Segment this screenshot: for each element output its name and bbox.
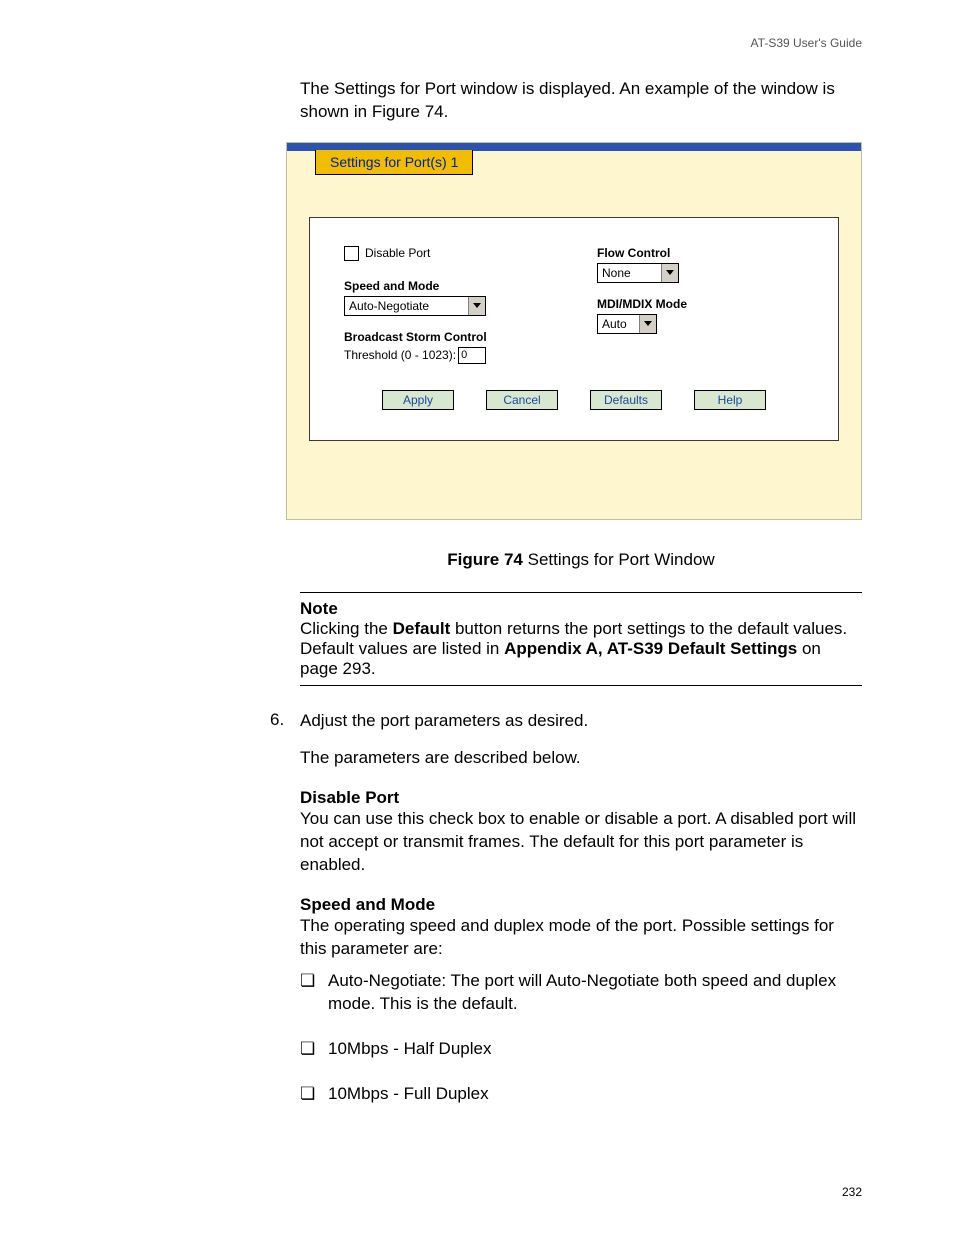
window-outer: Settings for Port(s) 1 Disable Port Spee… xyxy=(287,143,861,519)
header-guide: AT-S39 User's Guide xyxy=(92,36,862,50)
disable-port-checkbox[interactable] xyxy=(344,246,359,261)
threshold-label: Threshold (0 - 1023): xyxy=(344,348,456,362)
right-column: Flow Control None MDI/MDIX Mode Auto xyxy=(597,246,804,364)
figure-caption: Figure 74 Settings for Port Window xyxy=(300,550,862,570)
disable-port-body: You can use this check box to enable or … xyxy=(300,808,862,877)
note-body: Clicking the Default button returns the … xyxy=(300,619,862,679)
step-line-1: Adjust the port parameters as desired. xyxy=(300,710,862,733)
step-number: 6. xyxy=(270,710,284,730)
button-row: Apply Cancel Defaults Help xyxy=(344,390,804,410)
flow-control-value: None xyxy=(598,266,661,280)
apply-button[interactable]: Apply xyxy=(382,390,454,410)
chevron-down-icon xyxy=(661,264,678,282)
disable-port-section: Disable Port You can use this check box … xyxy=(300,788,862,877)
flow-control-label: Flow Control xyxy=(597,246,804,260)
help-button[interactable]: Help xyxy=(694,390,766,410)
left-column: Disable Port Speed and Mode Auto-Negotia… xyxy=(344,246,597,364)
note-appendix-bold: Appendix A, AT-S39 Default Settings xyxy=(504,639,797,658)
intro-paragraph: The Settings for Port window is displaye… xyxy=(300,78,862,124)
figure-74: Settings for Port(s) 1 Disable Port Spee… xyxy=(286,142,862,520)
step-line-2: The parameters are described below. xyxy=(300,747,862,770)
figure-caption-rest: Settings for Port Window xyxy=(523,550,715,569)
speed-mode-head: Speed and Mode xyxy=(300,895,862,915)
disable-port-label: Disable Port xyxy=(365,246,430,260)
threshold-row: Threshold (0 - 1023): 0 xyxy=(344,347,597,364)
speed-mode-bullets: Auto-Negotiate: The port will Auto-Negot… xyxy=(300,970,862,1106)
defaults-button[interactable]: Defaults xyxy=(590,390,662,410)
speed-mode-select[interactable]: Auto-Negotiate xyxy=(344,296,486,316)
speed-mode-section: Speed and Mode The operating speed and d… xyxy=(300,895,862,1107)
window-tab-row: Settings for Port(s) 1 xyxy=(287,151,861,175)
speed-mode-label: Speed and Mode xyxy=(344,279,597,293)
bsc-label: Broadcast Storm Control xyxy=(344,330,597,344)
disable-port-row: Disable Port xyxy=(344,246,597,261)
speed-mode-body: The operating speed and duplex mode of t… xyxy=(300,915,862,961)
mdi-value: Auto xyxy=(598,317,639,331)
disable-port-head: Disable Port xyxy=(300,788,862,808)
page-number: 232 xyxy=(842,1185,862,1199)
body-column: The Settings for Port window is displaye… xyxy=(300,78,862,1106)
flow-control-select[interactable]: None xyxy=(597,263,679,283)
note-block: Note Clicking the Default button returns… xyxy=(300,592,862,686)
chevron-down-icon xyxy=(468,297,485,315)
threshold-input[interactable]: 0 xyxy=(458,347,486,364)
step-6: 6. Adjust the port parameters as desired… xyxy=(300,710,862,770)
note-default-bold: Default xyxy=(393,619,451,638)
speed-mode-value: Auto-Negotiate xyxy=(345,299,468,313)
window-tab-title: Settings for Port(s) 1 xyxy=(315,150,473,175)
window-inner: Disable Port Speed and Mode Auto-Negotia… xyxy=(287,175,861,519)
settings-panel: Disable Port Speed and Mode Auto-Negotia… xyxy=(309,217,839,441)
bullet-10-half: 10Mbps - Half Duplex xyxy=(300,1038,862,1061)
note-pre: Clicking the xyxy=(300,619,393,638)
mdi-label: MDI/MDIX Mode xyxy=(597,297,804,311)
chevron-down-icon xyxy=(639,315,656,333)
figure-caption-bold: Figure 74 xyxy=(447,550,523,569)
note-title: Note xyxy=(300,599,862,619)
page: AT-S39 User's Guide The Settings for Por… xyxy=(0,0,954,1235)
cancel-button[interactable]: Cancel xyxy=(486,390,558,410)
bullet-10-full: 10Mbps - Full Duplex xyxy=(300,1083,862,1106)
bullet-auto-negotiate: Auto-Negotiate: The port will Auto-Negot… xyxy=(300,970,862,1016)
mdi-select[interactable]: Auto xyxy=(597,314,657,334)
